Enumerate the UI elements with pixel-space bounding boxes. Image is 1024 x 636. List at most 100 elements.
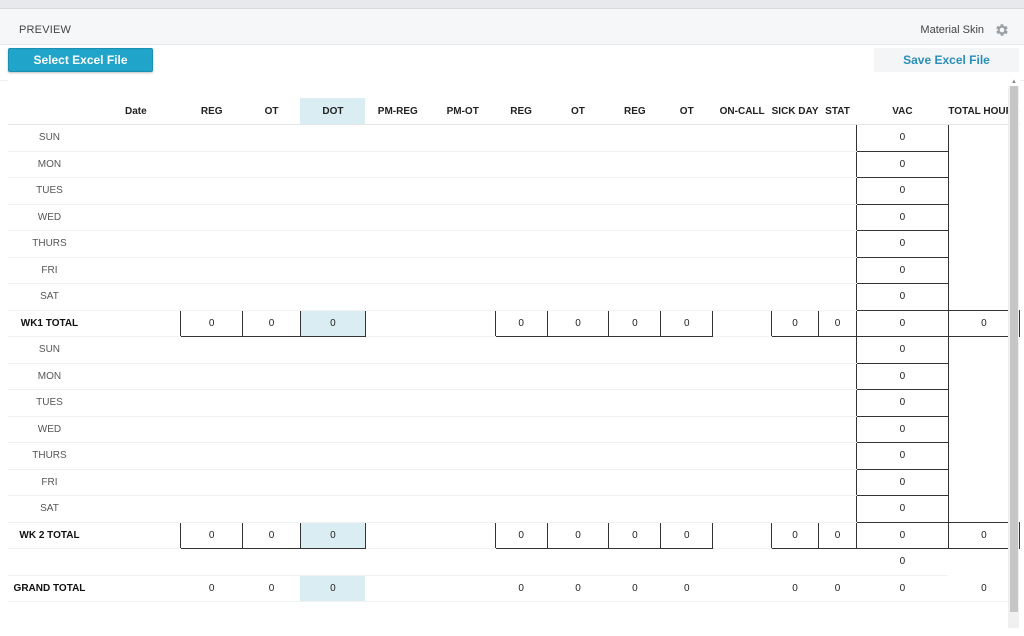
hours-cell[interactable] [771,495,819,523]
hours-cell[interactable] [547,469,609,496]
hours-cell[interactable] [818,283,857,311]
hours-cell[interactable] [90,469,181,496]
hours-cell[interactable] [242,177,301,205]
hours-cell[interactable] [771,469,819,496]
hours-cell[interactable] [180,177,243,205]
hours-cell[interactable] [300,151,366,178]
hours-cell[interactable] [180,283,243,311]
hours-cell[interactable] [818,124,857,152]
hours-cell[interactable] [180,204,243,231]
hours-cell[interactable] [547,124,609,152]
hours-cell[interactable] [242,124,301,152]
hours-cell[interactable] [242,230,301,258]
grand-reg2-total[interactable]: 0 [495,575,548,602]
hours-cell[interactable] [660,124,713,152]
hours-cell[interactable] [660,257,713,284]
hours-cell[interactable] [771,336,819,364]
hours-cell[interactable] [430,469,496,496]
hours-cell[interactable] [547,389,609,417]
hours-cell[interactable] [660,442,713,470]
hours-cell[interactable] [365,124,431,152]
skin-label[interactable]: Material Skin [920,24,984,36]
hours-cell[interactable] [547,230,609,258]
hours-cell[interactable] [712,336,772,364]
hours-cell[interactable] [180,151,243,178]
hours-cell[interactable] [180,442,243,470]
week2-ot-total[interactable]: 0 [242,521,301,549]
hours-cell[interactable] [712,283,772,311]
day-total-hours[interactable]: 0 [855,415,949,443]
grand-stat-total[interactable]: 0 [818,575,857,602]
hours-cell[interactable] [90,204,181,231]
hours-cell[interactable] [547,177,609,205]
hours-cell[interactable] [495,230,548,258]
hours-cell[interactable] [430,177,496,205]
hours-cell[interactable] [771,177,819,205]
hours-cell[interactable] [365,389,431,417]
grand-ot2-total[interactable]: 0 [547,575,609,602]
hours-cell[interactable] [547,363,609,390]
day-total-hours[interactable]: 0 [855,150,949,178]
hours-cell[interactable] [608,257,661,284]
week2-reg2-total[interactable]: 0 [494,521,548,549]
hours-cell[interactable] [712,230,772,258]
hours-cell[interactable] [608,283,661,311]
hours-cell[interactable] [771,442,819,470]
day-total-hours[interactable]: 0 [855,362,949,390]
hours-cell[interactable] [608,442,661,470]
week2-ot3-total[interactable]: 0 [660,521,714,549]
grand-dot-total[interactable]: 0 [300,575,366,602]
hours-cell[interactable] [547,257,609,284]
hours-cell[interactable] [608,177,661,205]
hours-cell[interactable] [495,124,548,152]
select-excel-file-button[interactable]: Select Excel File [8,48,153,72]
hours-cell[interactable] [712,363,772,390]
grand-vac-total[interactable]: 0 [856,575,949,602]
hours-cell[interactable] [90,230,181,258]
hours-cell[interactable] [242,363,301,390]
day-total-hours[interactable]: 0 [855,177,949,205]
hours-cell[interactable] [660,336,713,364]
hours-cell[interactable] [660,416,713,443]
hours-cell[interactable] [180,389,243,417]
hours-cell[interactable] [430,389,496,417]
hours-cell[interactable] [300,230,366,258]
hours-cell[interactable] [818,177,857,205]
hours-cell[interactable] [300,336,366,364]
hours-cell[interactable] [300,177,366,205]
hours-cell[interactable] [660,283,713,311]
hours-cell[interactable] [660,204,713,231]
hours-cell[interactable] [818,204,857,231]
hours-cell[interactable] [771,204,819,231]
hours-cell[interactable] [300,283,366,311]
week1-vac-total[interactable]: 0 [855,309,949,337]
week2-ot2-total[interactable]: 0 [546,521,610,549]
hours-cell[interactable] [495,283,548,311]
hours-cell[interactable] [365,495,431,523]
hours-cell[interactable] [495,204,548,231]
hours-cell[interactable] [242,151,301,178]
day-total-hours[interactable]: 0 [855,230,949,258]
hours-cell[interactable] [90,389,181,417]
hours-cell[interactable] [495,416,548,443]
blank-row-total[interactable]: 0 [856,548,949,576]
day-total-hours[interactable]: 0 [855,389,949,417]
hours-cell[interactable] [90,442,181,470]
hours-cell[interactable] [365,442,431,470]
hours-cell[interactable] [660,469,713,496]
hours-cell[interactable] [90,283,181,311]
hours-cell[interactable] [547,442,609,470]
hours-cell[interactable] [180,416,243,443]
hours-cell[interactable] [771,283,819,311]
hours-cell[interactable] [242,416,301,443]
hours-cell[interactable] [712,389,772,417]
hours-cell[interactable] [300,416,366,443]
hours-cell[interactable] [430,495,496,523]
week1-ot-total[interactable]: 0 [242,309,301,337]
week1-ot3-total[interactable]: 0 [660,309,714,337]
day-total-hours[interactable]: 0 [855,495,949,523]
hours-cell[interactable] [495,389,548,417]
hours-cell[interactable] [608,495,661,523]
hours-cell[interactable] [495,177,548,205]
hours-cell[interactable] [242,204,301,231]
